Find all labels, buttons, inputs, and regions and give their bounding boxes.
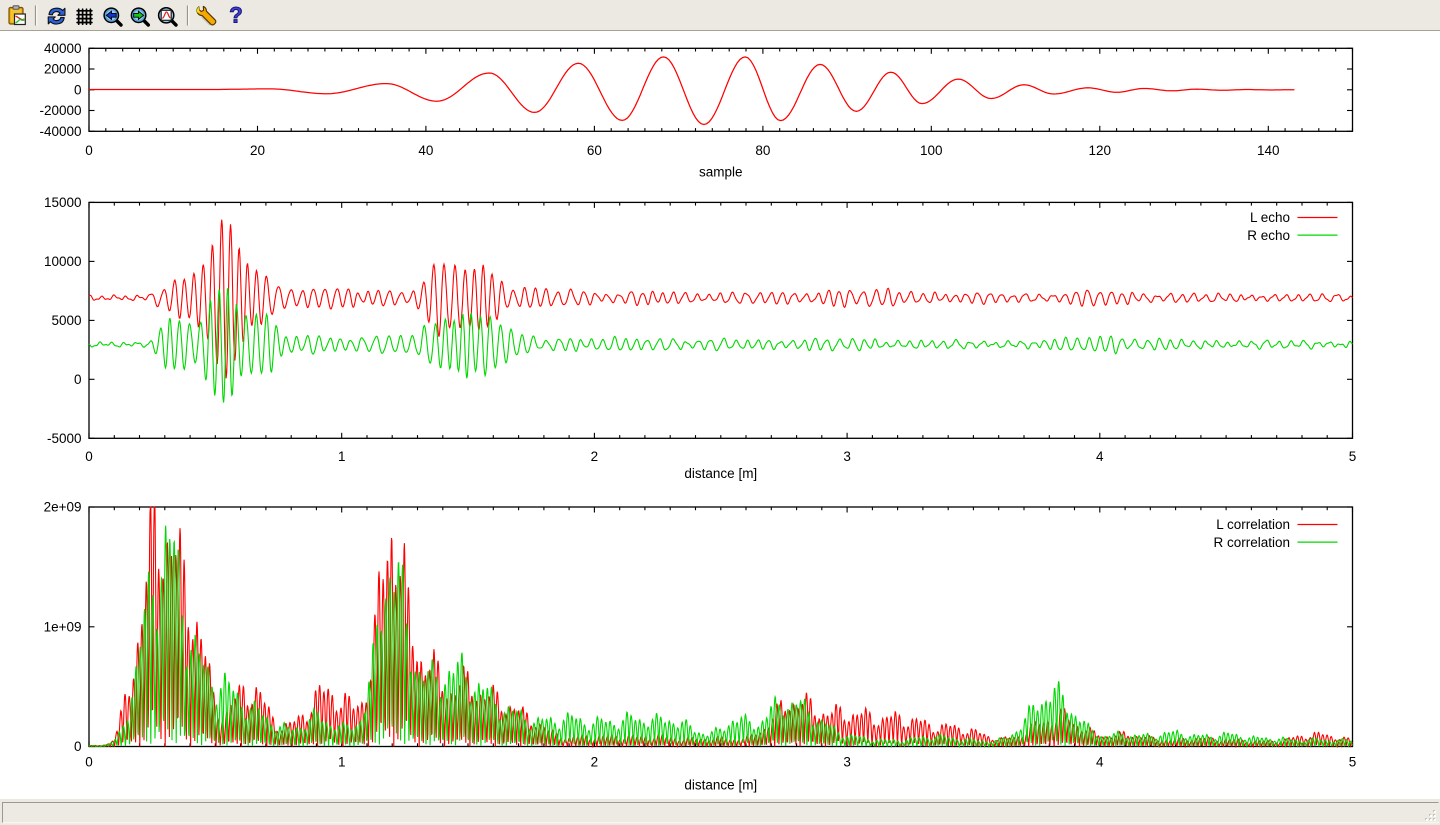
svg-text:2: 2 — [591, 449, 599, 464]
svg-text:?: ? — [229, 3, 242, 28]
svg-text:-20000: -20000 — [39, 103, 81, 118]
svg-text:-40000: -40000 — [39, 124, 81, 139]
svg-text:4: 4 — [1096, 449, 1104, 464]
svg-text:1: 1 — [338, 449, 346, 464]
svg-text:R echo: R echo — [1247, 228, 1290, 243]
svg-text:0: 0 — [74, 372, 82, 387]
svg-text:3: 3 — [843, 755, 851, 770]
svg-text:140: 140 — [1257, 143, 1280, 158]
svg-text:15000: 15000 — [44, 195, 82, 210]
svg-text:5000: 5000 — [51, 313, 81, 328]
svg-text:100: 100 — [920, 143, 943, 158]
svg-text:0: 0 — [85, 449, 93, 464]
svg-text:L echo: L echo — [1250, 210, 1290, 225]
svg-text:sample: sample — [699, 165, 743, 180]
svg-text:distance [m]: distance [m] — [684, 778, 757, 793]
svg-text:2e+09: 2e+09 — [44, 500, 82, 515]
svg-text:R correlation: R correlation — [1213, 535, 1290, 550]
svg-text:L correlation: L correlation — [1216, 517, 1290, 532]
svg-text:3: 3 — [843, 449, 851, 464]
svg-text:40000: 40000 — [44, 41, 82, 56]
svg-text:20000: 20000 — [44, 62, 82, 77]
svg-text:0: 0 — [85, 755, 93, 770]
svg-text:10000: 10000 — [44, 254, 82, 269]
svg-text:20: 20 — [250, 143, 265, 158]
svg-text:40: 40 — [418, 143, 433, 158]
svg-text:60: 60 — [587, 143, 602, 158]
svg-text:1e+09: 1e+09 — [44, 619, 82, 634]
svg-text:5: 5 — [1349, 755, 1357, 770]
svg-text:0: 0 — [74, 739, 82, 754]
svg-text:-5000: -5000 — [47, 431, 82, 446]
svg-text:80: 80 — [755, 143, 770, 158]
svg-text:4: 4 — [1096, 755, 1104, 770]
svg-text:1: 1 — [338, 755, 346, 770]
svg-text:0: 0 — [74, 82, 82, 97]
svg-text:2: 2 — [591, 755, 599, 770]
svg-text:0: 0 — [85, 143, 93, 158]
svg-text:distance [m]: distance [m] — [684, 466, 757, 481]
svg-text:120: 120 — [1089, 143, 1112, 158]
svg-text:5: 5 — [1349, 449, 1357, 464]
